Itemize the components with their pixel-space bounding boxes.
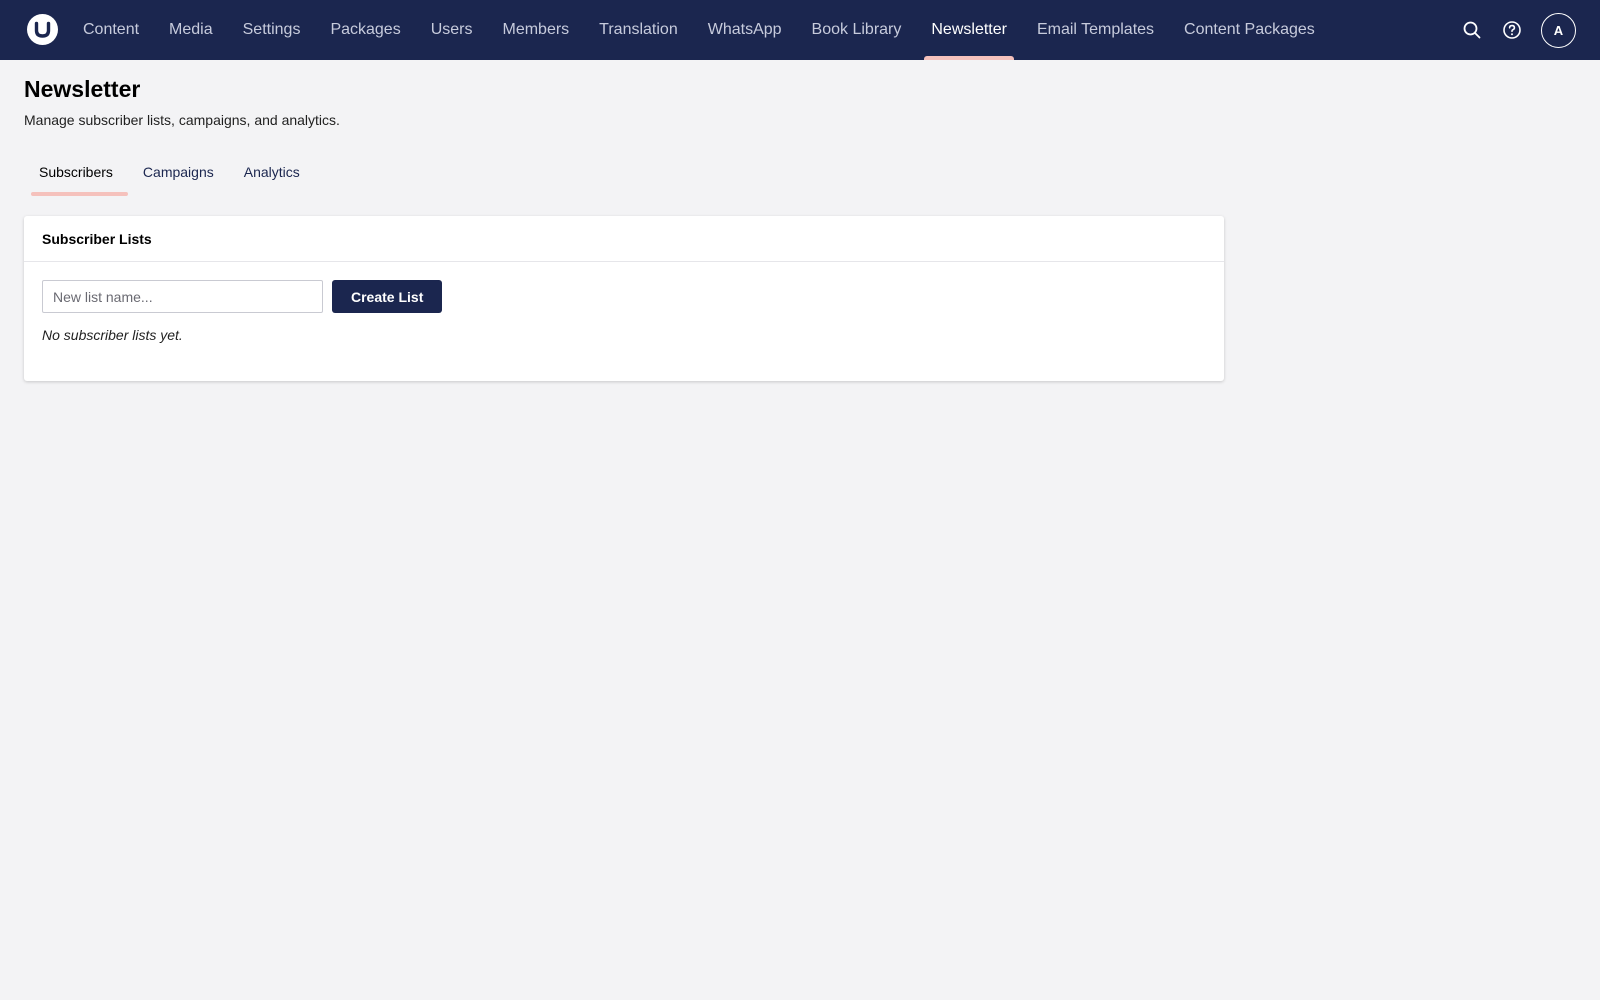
nav-item-newsletter[interactable]: Newsletter xyxy=(916,0,1022,60)
nav-item-email-templates[interactable]: Email Templates xyxy=(1022,0,1169,60)
tab-analytics[interactable]: Analytics xyxy=(229,155,315,199)
nav-item-users[interactable]: Users xyxy=(416,0,488,60)
header-tools: A xyxy=(1459,0,1576,60)
page-subtitle: Manage subscriber lists, campaigns, and … xyxy=(24,112,340,128)
nav-item-whatsapp[interactable]: WhatsApp xyxy=(693,0,797,60)
nav-item-packages[interactable]: Packages xyxy=(315,0,415,60)
nav-item-translation[interactable]: Translation xyxy=(584,0,693,60)
newsletter-tabs: Subscribers Campaigns Analytics xyxy=(24,155,315,199)
nav-item-settings[interactable]: Settings xyxy=(228,0,316,60)
subscriber-lists-card: Subscriber Lists Create List No subscrib… xyxy=(24,216,1224,381)
empty-state-message: No subscriber lists yet. xyxy=(42,327,183,343)
card-title: Subscriber Lists xyxy=(24,216,1224,262)
card-body: Create List No subscriber lists yet. xyxy=(24,262,1224,361)
top-navigation-bar: Content Media Settings Packages Users Me… xyxy=(0,0,1600,60)
help-icon[interactable] xyxy=(1499,17,1525,43)
page-title: Newsletter xyxy=(24,76,141,102)
tab-subscribers[interactable]: Subscribers xyxy=(24,155,128,199)
nav-item-content-packages[interactable]: Content Packages xyxy=(1169,0,1330,60)
umbraco-logo-icon[interactable] xyxy=(27,14,58,45)
nav-item-media[interactable]: Media xyxy=(154,0,228,60)
nav-item-content[interactable]: Content xyxy=(68,0,154,60)
tab-campaigns[interactable]: Campaigns xyxy=(128,155,229,199)
user-avatar[interactable]: A xyxy=(1541,12,1576,48)
nav-item-members[interactable]: Members xyxy=(487,0,584,60)
main-sections-nav: Content Media Settings Packages Users Me… xyxy=(68,0,1330,60)
create-list-button[interactable]: Create List xyxy=(332,280,443,313)
new-list-name-input[interactable] xyxy=(42,280,323,313)
search-icon[interactable] xyxy=(1459,17,1485,43)
nav-item-book-library[interactable]: Book Library xyxy=(797,0,917,60)
create-list-form: Create List xyxy=(42,280,1206,313)
